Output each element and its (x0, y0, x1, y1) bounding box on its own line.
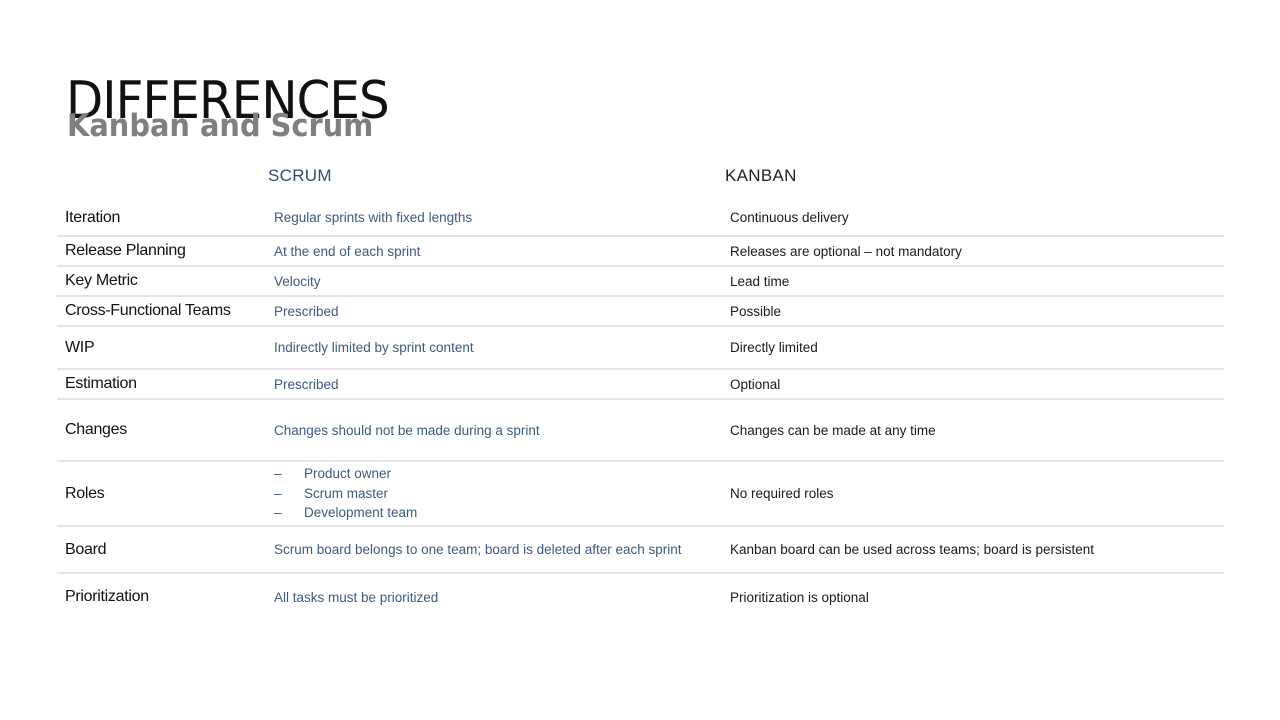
kanban-cell: Optional (730, 376, 781, 392)
kanban-cell: Possible (730, 303, 782, 319)
dash-bullet: – (274, 485, 282, 501)
role-text: Scrum master (304, 485, 389, 501)
table-row-release-planning: Release Planning At the end of each spri… (57, 237, 1224, 267)
table-row-board: Board Scrum board belongs to one team; b… (57, 527, 1224, 574)
row-label: Iteration (65, 208, 121, 226)
table-row-roles: Roles – Product owner – Scrum master – Deve… (57, 462, 1224, 527)
slide-subtitle: Kanban and Scrum (67, 108, 374, 144)
scrum-cell: At the end of each sprint (274, 243, 421, 259)
roles-list: – Product owner – Scrum master – Developmen… (274, 464, 730, 523)
dash-bullet: – (274, 466, 282, 482)
column-header-scrum: SCRUM (268, 166, 332, 185)
row-label: Prioritization (65, 588, 149, 605)
row-label: Key Metric (65, 272, 138, 289)
table-row-key-metric: Key Metric Velocity Lead time (57, 267, 1224, 297)
row-label: Changes (65, 421, 127, 438)
list-item: – Product owner (274, 464, 730, 484)
row-label: WIP (65, 338, 95, 356)
kanban-cell: Changes can be made at any time (730, 422, 936, 438)
role-text: Product owner (304, 466, 392, 482)
scrum-cell: All tasks must be prioritized (274, 589, 439, 605)
table-row-iteration: Iteration Regular sprints with fixed len… (57, 200, 1224, 237)
comparison-table: Iteration Regular sprints with fixed len… (57, 200, 1224, 620)
scrum-cell: – Product owner – Scrum master – Developmen… (274, 464, 730, 523)
row-label: Estimation (65, 375, 137, 392)
dash-bullet: – (274, 505, 282, 521)
table-row-cross-functional-teams: Cross-Functional Teams Prescribed Possib… (57, 297, 1224, 327)
scrum-cell: Prescribed (274, 303, 339, 319)
row-label: Cross-Functional Teams (65, 302, 231, 319)
table-row-wip: WIP Indirectly limited by sprint content… (57, 327, 1224, 370)
kanban-cell: Continuous delivery (730, 210, 849, 225)
column-header-kanban: KANBAN (725, 166, 797, 185)
role-text: Development team (304, 505, 418, 521)
kanban-cell: Kanban board can be used across teams; b… (730, 542, 1094, 557)
table-row-estimation: Estimation Prescribed Optional (57, 370, 1224, 400)
row-label: Release Planning (65, 242, 186, 259)
scrum-cell: Regular sprints with fixed lengths (274, 210, 473, 225)
row-label: Roles (65, 484, 105, 502)
scrum-cell: Velocity (274, 273, 321, 289)
kanban-cell: No required roles (730, 486, 834, 501)
list-item: – Development team (274, 503, 730, 523)
scrum-cell: Scrum board belongs to one team; board i… (274, 542, 682, 557)
scrum-cell: Indirectly limited by sprint content (274, 340, 474, 355)
list-item: – Scrum master (274, 484, 730, 504)
scrum-cell: Changes should not be made during a spri… (274, 422, 540, 438)
row-label: Board (65, 540, 107, 558)
table-row-prioritization: Prioritization All tasks must be priorit… (57, 574, 1224, 620)
kanban-cell: Prioritization is optional (730, 589, 869, 605)
kanban-cell: Lead time (730, 273, 790, 289)
kanban-cell: Directly limited (730, 340, 818, 355)
scrum-cell: Prescribed (274, 376, 339, 392)
kanban-cell: Releases are optional – not mandatory (730, 243, 962, 259)
table-row-changes: Changes Changes should not be made durin… (57, 400, 1224, 462)
